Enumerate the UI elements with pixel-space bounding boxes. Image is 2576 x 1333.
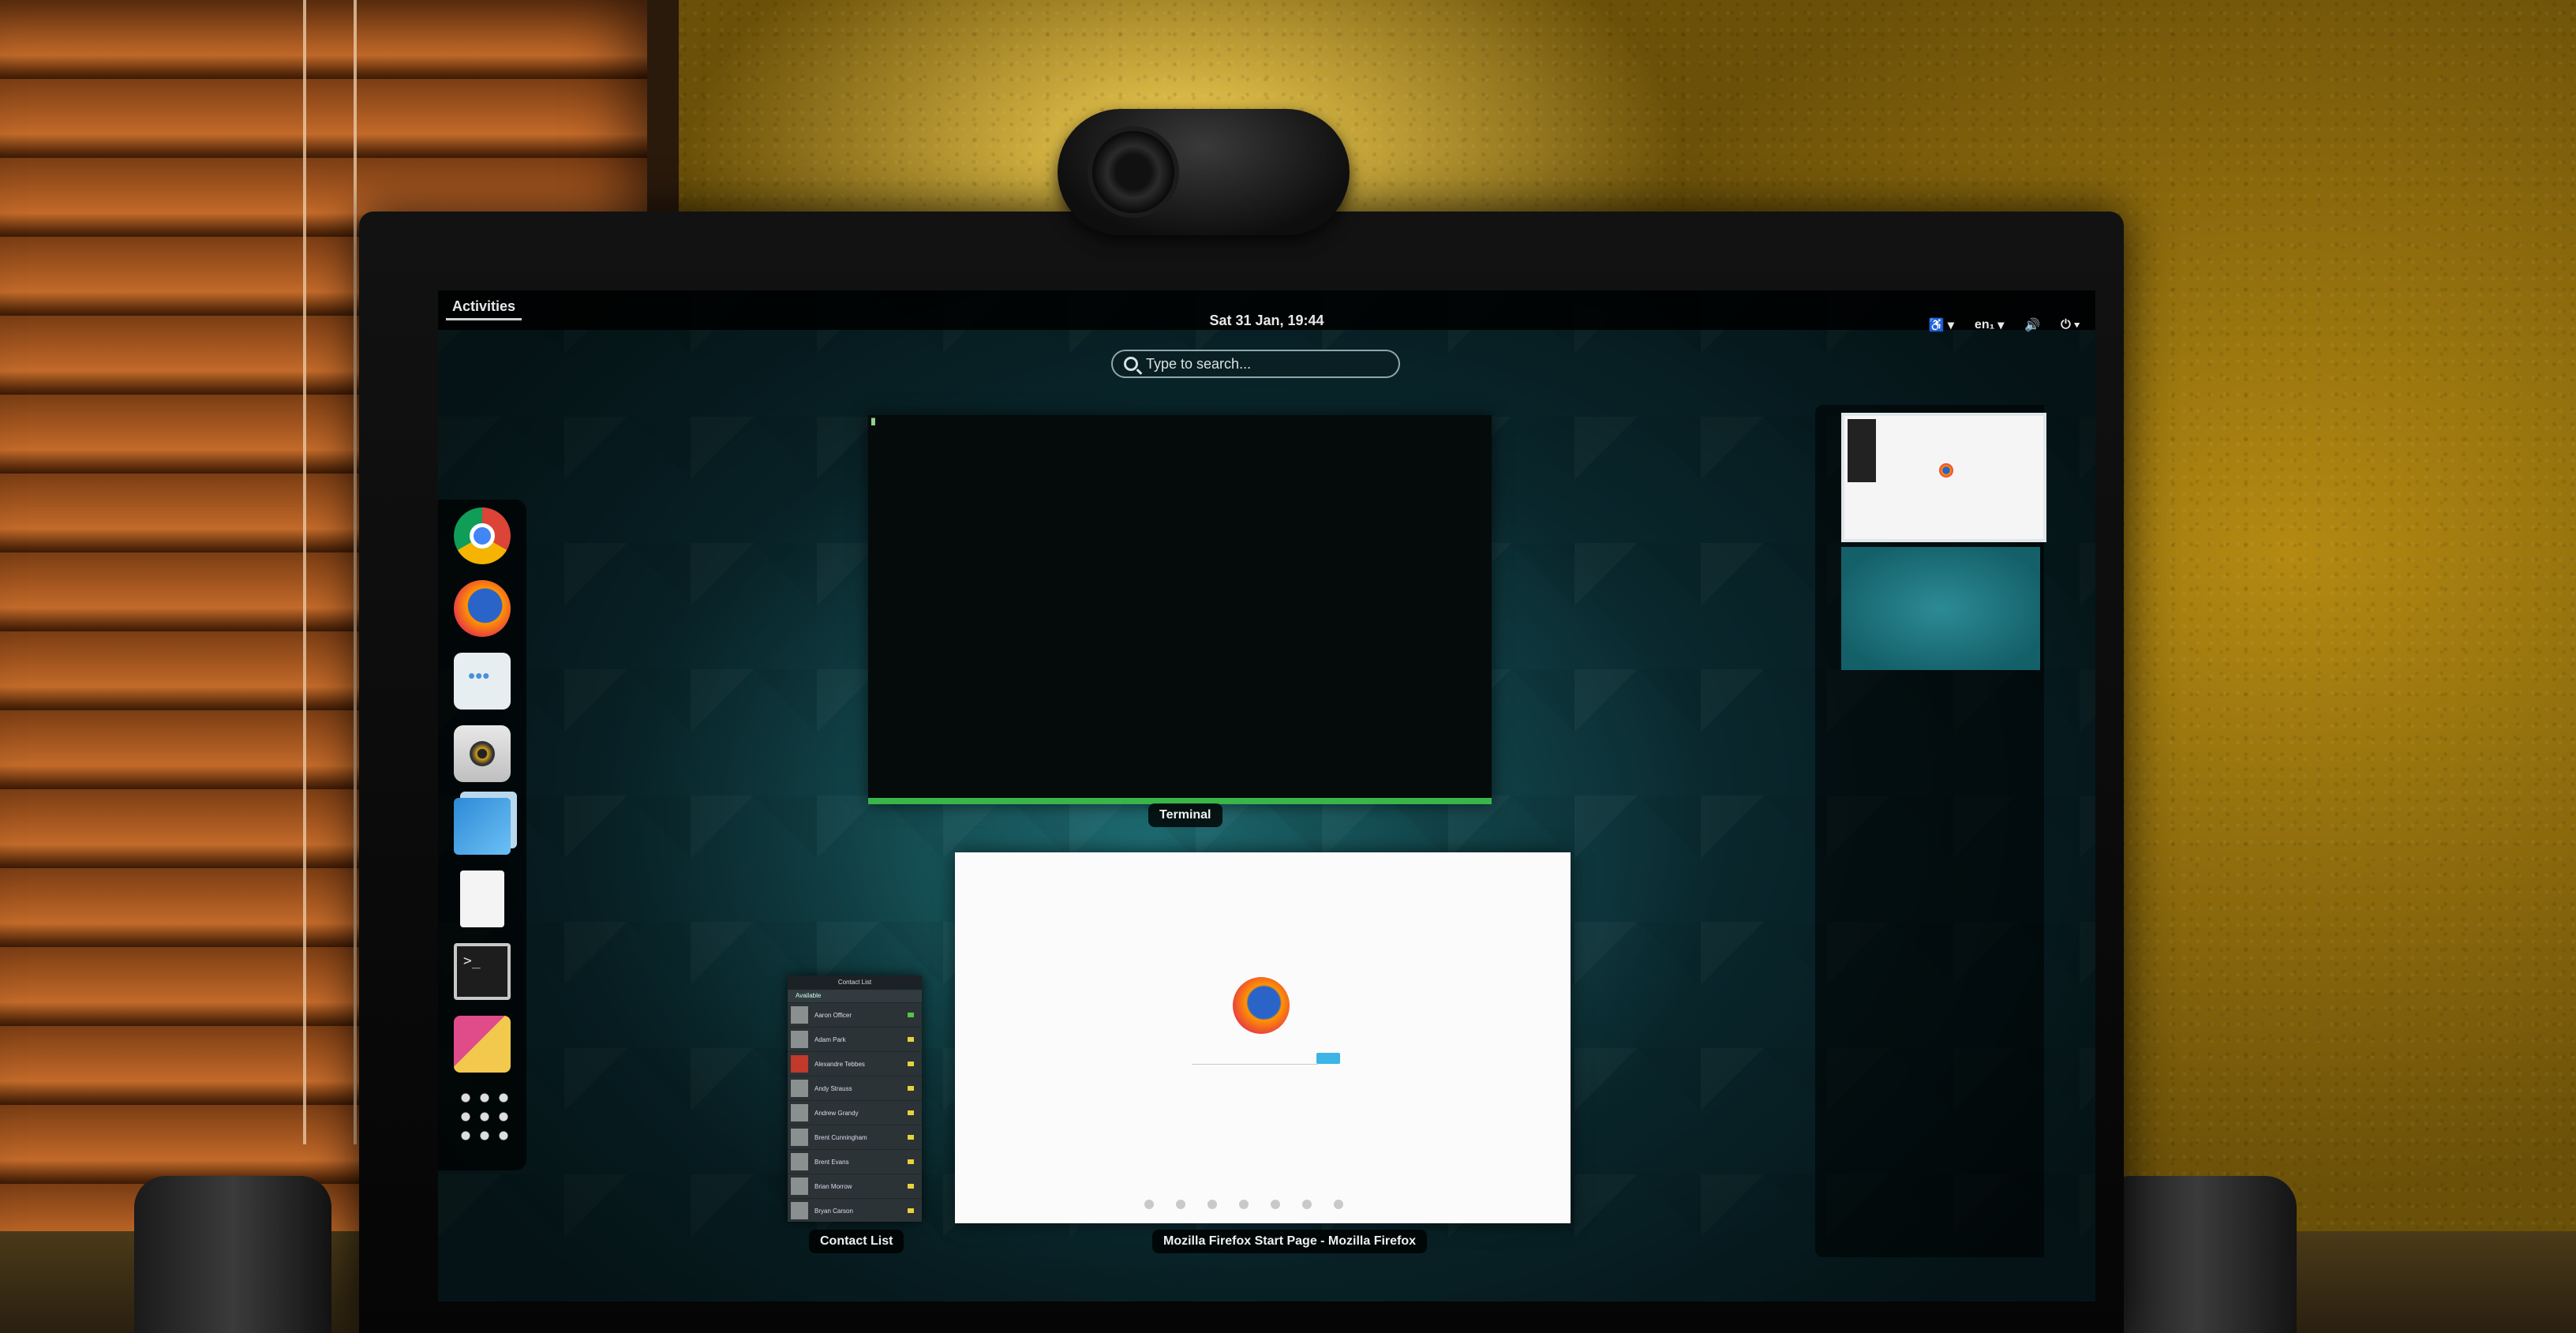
contact-row: Bryan Carson: [788, 1198, 922, 1222]
availability-status: Available: [788, 990, 922, 1002]
avatar: [791, 1055, 808, 1073]
sync-icon: [1271, 1200, 1280, 1209]
avatar: [791, 1153, 808, 1170]
presence-dot: [908, 1013, 914, 1017]
presence-dot: [908, 1184, 914, 1189]
firefox-search-field: [1192, 1056, 1318, 1065]
search-placeholder: Type to search...: [1146, 355, 1252, 372]
contact-row: Aaron Officer: [788, 1002, 922, 1027]
terminal-prompt: █: [871, 418, 875, 425]
blind-cord: [354, 0, 357, 1144]
terminal-icon[interactable]: [454, 943, 511, 1000]
contact-row: Brian Morrow: [788, 1174, 922, 1198]
webcam-lens: [1088, 126, 1179, 218]
contact-name: Andy Strauss: [814, 1084, 852, 1092]
avatar: [791, 1104, 808, 1121]
contact-row: Brent Evans: [788, 1149, 922, 1174]
clock[interactable]: Sat 31 Jan, 19:44: [438, 313, 2095, 329]
contact-list-caption[interactable]: Contact List: [809, 1230, 904, 1253]
contact-name: Bryan Carson: [814, 1207, 853, 1215]
language-indicator[interactable]: en₁ ▾: [1975, 317, 2004, 333]
gnome-overview-screen: Activities Sat 31 Jan, 19:44 ♿ ▾ en₁ ▾ 🔊…: [438, 290, 2095, 1301]
contact-row: Alexandre Tebbes: [788, 1051, 922, 1076]
bookmarks-icon: [1176, 1200, 1185, 1209]
contact-row: Andrew Grandy: [788, 1100, 922, 1125]
presence-dot: [908, 1208, 914, 1213]
workspace-thumbnail-1[interactable]: [1841, 413, 2046, 542]
settings-icon: [1302, 1200, 1312, 1209]
contact-name: Aaron Officer: [814, 1011, 852, 1019]
show-apps-icon[interactable]: [456, 1088, 508, 1140]
contact-list-title: Contact List: [788, 975, 922, 990]
volume-icon[interactable]: 🔊: [2024, 317, 2040, 333]
avatar: [791, 1080, 808, 1097]
chrome-icon[interactable]: [454, 507, 511, 564]
presence-dot: [908, 1159, 914, 1164]
contact-list-window-preview[interactable]: Contact List Available Aaron Officer Ada…: [788, 975, 922, 1222]
system-tray: ♿ ▾ en₁ ▾ 🔊 ⏻ ▾: [1929, 317, 2080, 333]
power-icon[interactable]: ⏻ ▾: [2061, 317, 2080, 333]
presence-dot: [908, 1110, 914, 1115]
avatar: [791, 1006, 808, 1024]
presence-dot: [908, 1135, 914, 1140]
accessibility-icon[interactable]: ♿ ▾: [1929, 317, 1954, 333]
workspace-thumb-firefox-icon: [1939, 463, 1953, 477]
contact-name: Adam Park: [814, 1035, 846, 1043]
presence-dot: [908, 1086, 914, 1091]
terminal-window-preview[interactable]: █: [868, 415, 1492, 804]
dash: [438, 500, 526, 1170]
firefox-window-preview[interactable]: [955, 852, 1571, 1223]
workspace-thumb-contacts: [1848, 419, 1876, 482]
avatar: [791, 1129, 808, 1146]
contact-name: Alexandre Tebbes: [814, 1060, 865, 1068]
search-icon: [1124, 357, 1138, 371]
left-speaker: [134, 1176, 331, 1333]
firefox-logo-icon: [1233, 977, 1290, 1034]
contact-name: Brent Cunningham: [814, 1133, 867, 1141]
language-label: en₁: [1974, 318, 1995, 331]
photos-icon[interactable]: [454, 798, 511, 855]
terminal-caption[interactable]: Terminal: [1148, 803, 1222, 827]
contact-row: Brent Cunningham: [788, 1125, 922, 1149]
rhythmbox-icon[interactable]: [454, 725, 511, 782]
firefox-search-button: [1316, 1053, 1340, 1064]
firefox-caption[interactable]: Mozilla Firefox Start Page - Mozilla Fir…: [1152, 1230, 1428, 1253]
right-speaker: [2099, 1176, 2297, 1333]
presence-dot: [908, 1062, 914, 1066]
contact-name: Andrew Grandy: [814, 1109, 859, 1117]
files-icon[interactable]: [460, 871, 504, 927]
contact-row: Adam Park: [788, 1027, 922, 1051]
top-bar: Activities Sat 31 Jan, 19:44 ♿ ▾ en₁ ▾ 🔊…: [438, 290, 2095, 333]
addons-icon: [1239, 1200, 1249, 1209]
firefox-icon[interactable]: [454, 580, 511, 637]
downloads-icon: [1144, 1200, 1154, 1209]
contact-name: Brent Evans: [814, 1158, 849, 1166]
restore-session-icon: [1334, 1200, 1343, 1209]
search-input[interactable]: Type to search...: [1111, 350, 1400, 378]
history-icon: [1208, 1200, 1217, 1209]
contact-row: Andy Strauss: [788, 1076, 922, 1100]
pidgin-drink-icon[interactable]: [454, 1016, 511, 1073]
window-frame: [647, 0, 679, 221]
avatar: [791, 1031, 808, 1048]
presence-dot: [908, 1037, 914, 1042]
firefox-launcher-row: [1144, 1200, 1381, 1209]
avatar: [791, 1178, 808, 1195]
contact-name: Brian Morrow: [814, 1182, 852, 1190]
workspace-thumbnail-2[interactable]: [1841, 547, 2040, 670]
avatar: [791, 1202, 808, 1219]
blind-cord: [303, 0, 306, 1144]
chat-icon[interactable]: [454, 653, 511, 710]
